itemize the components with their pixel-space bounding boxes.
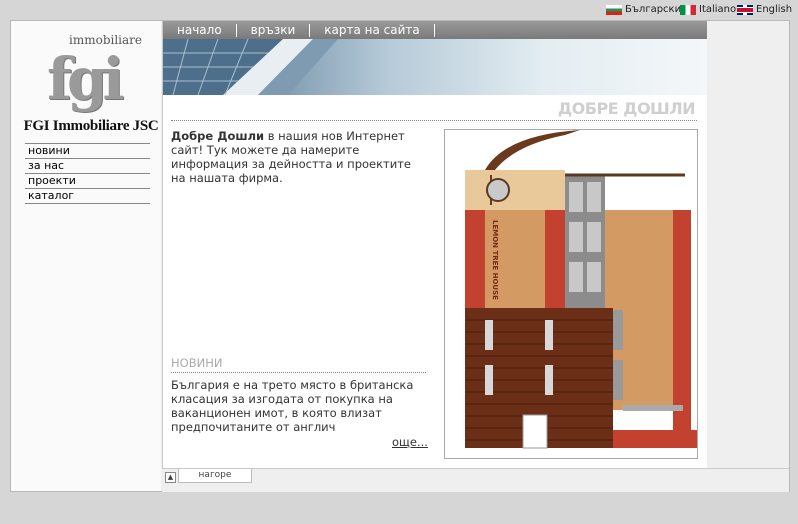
side-nav-item-catalog[interactable]: каталог — [25, 189, 150, 204]
language-italian[interactable]: Italiano — [680, 4, 736, 15]
language-bar: Български Italiano English — [0, 0, 798, 20]
arrow-up-icon[interactable]: ▲ — [165, 472, 176, 483]
language-english[interactable]: English — [737, 4, 792, 15]
page-bottom-bar: ▲ нагоре — [162, 468, 789, 492]
top-nav-sitemap[interactable]: карта на сайта — [310, 23, 435, 37]
divider — [171, 372, 426, 373]
language-label: Български — [625, 4, 682, 15]
italy-flag-icon — [680, 4, 696, 15]
language-label: English — [756, 4, 793, 15]
company-logo[interactable]: fgi immobiliare — [47, 27, 142, 113]
divider — [171, 120, 697, 121]
building-image: LEMON TREE HOUSE — [444, 129, 698, 459]
welcome-intro: Добре Дошли в нашия нов Интернет сайт! Т… — [171, 129, 429, 185]
side-nav-item-projects[interactable]: проекти — [25, 174, 150, 189]
news-text: България е на трето място в британска кл… — [171, 378, 414, 434]
news-heading: НОВИНИ — [171, 356, 223, 370]
logo-word: immobiliare — [69, 33, 143, 47]
main-content: начало връзки карта на сайта ДОБРЕ ДОШЛИ… — [162, 21, 789, 491]
page-frame: fgi immobiliare FGI Immobiliare JSC нови… — [10, 20, 790, 492]
company-name: FGI Immobiliare JSC — [23, 118, 159, 134]
top-nav-home[interactable]: начало — [163, 23, 237, 37]
glass-building-banner-image — [163, 39, 338, 95]
logo-letters: fgi — [47, 45, 125, 113]
welcome-heading: ДОБРЕ ДОШЛИ — [557, 99, 696, 118]
side-nav-item-about[interactable]: за нас — [25, 159, 150, 174]
uk-flag-icon — [737, 4, 753, 15]
side-navigation: новини за нас проекти каталог — [25, 143, 150, 204]
bulgaria-flag-icon — [606, 4, 622, 15]
left-sidebar: fgi immobiliare FGI Immobiliare JSC нови… — [11, 21, 161, 491]
building-illustration: LEMON TREE HOUSE — [445, 130, 697, 458]
language-bulgarian[interactable]: Български — [606, 4, 681, 15]
header-banner — [163, 39, 707, 95]
welcome-intro-bold: Добре Дошли — [171, 129, 265, 143]
right-margin — [707, 21, 789, 491]
top-nav-links[interactable]: връзки — [237, 23, 311, 37]
read-more-link[interactable]: още... — [392, 435, 428, 449]
side-nav-item-news[interactable]: новини — [25, 144, 150, 159]
back-to-top-button[interactable]: нагоре — [178, 469, 252, 483]
building-sign: LEMON TREE HOUSE — [491, 220, 499, 300]
language-label: Italiano — [699, 4, 737, 15]
top-navigation: начало връзки карта на сайта — [163, 21, 789, 39]
